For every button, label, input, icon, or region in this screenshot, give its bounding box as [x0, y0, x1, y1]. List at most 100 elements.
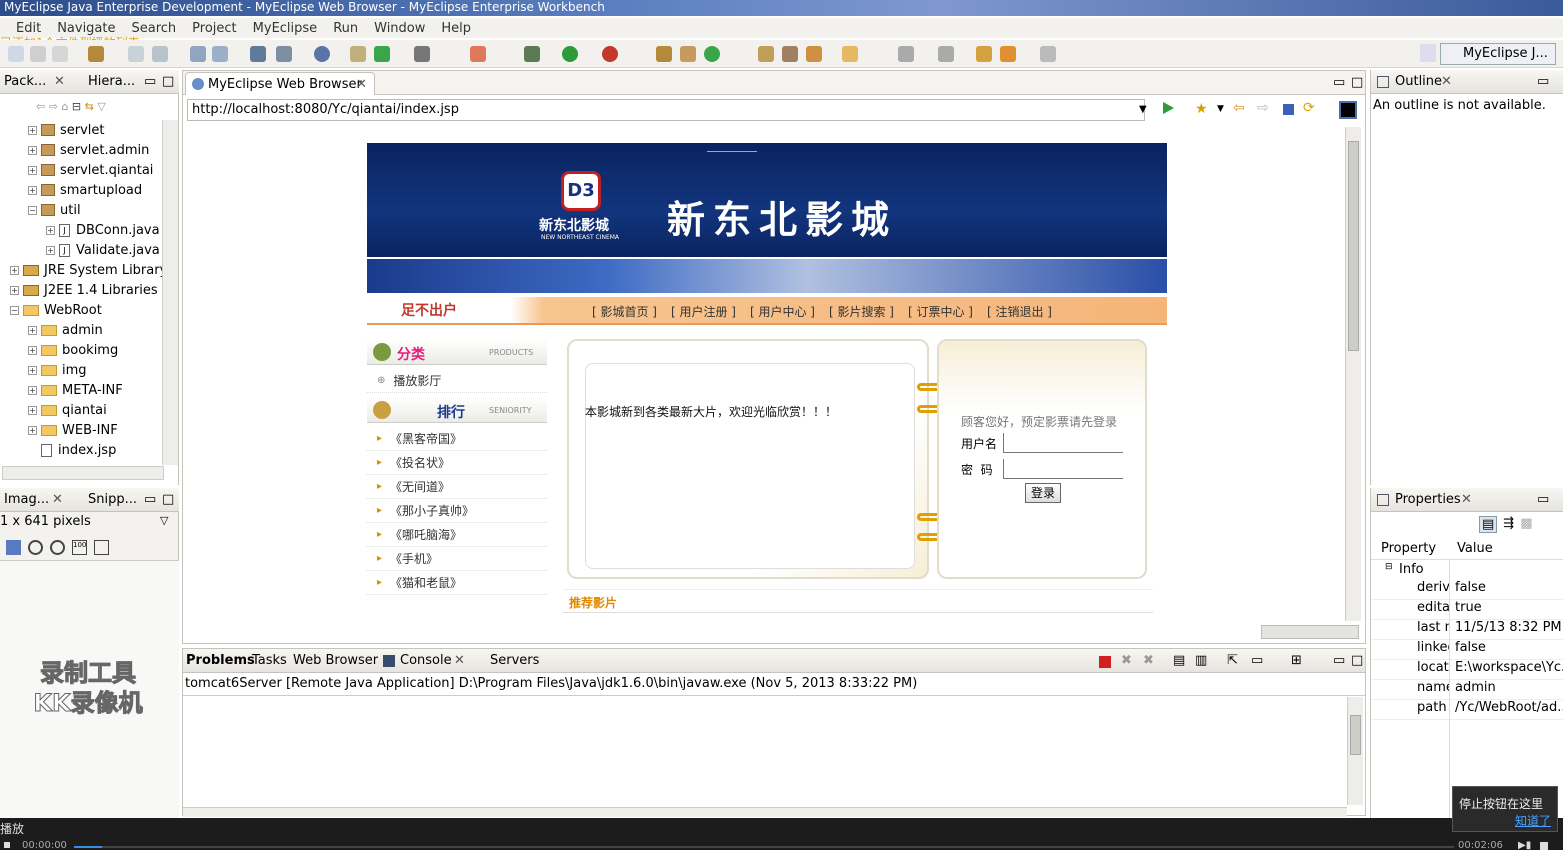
expand-icon[interactable]: +	[28, 165, 37, 175]
close-icon[interactable]: ✕	[356, 77, 367, 92]
collapse-icon[interactable]: −	[28, 205, 37, 215]
tree-item[interactable]: + WEB-INF	[28, 420, 118, 440]
minimize-icon[interactable]: ▭	[1537, 492, 1549, 507]
remove-launch-icon[interactable]: ✖	[1121, 653, 1132, 668]
open-perspective-icon[interactable]	[1420, 44, 1436, 62]
expand-icon[interactable]: +	[28, 185, 37, 195]
expand-icon[interactable]: +	[28, 385, 37, 395]
menu-myeclipse[interactable]: MyEclipse	[253, 21, 318, 36]
terminate-icon[interactable]	[1099, 656, 1111, 668]
nav-register[interactable]: [ 用户注册 ]	[671, 303, 736, 320]
view-menu-icon[interactable]: ▽	[160, 514, 168, 527]
tree-item[interactable]: +index.jsp	[28, 440, 116, 460]
close-icon[interactable]: ✕	[454, 653, 465, 668]
tree-item[interactable]: + servlet	[28, 120, 105, 140]
property-row[interactable]: last modified 11/5/13 8:32 PM	[1371, 620, 1563, 640]
tree-item[interactable]: + J Validate.java	[46, 240, 160, 260]
forward-icon[interactable]	[1040, 46, 1056, 62]
tab-image[interactable]: Imag...	[4, 492, 49, 507]
console-vertical-scrollbar[interactable]	[1347, 697, 1363, 805]
nav-home[interactable]: [ 影城首页 ]	[592, 303, 657, 320]
favorites-dropdown-icon[interactable]: ▼	[1217, 104, 1224, 114]
tree-item[interactable]: + META-INF	[28, 380, 123, 400]
back-icon[interactable]	[1000, 46, 1016, 62]
server-icon[interactable]	[152, 46, 168, 62]
tooltip-dismiss-link[interactable]: 知道了	[1459, 812, 1551, 829]
zoom-out-icon[interactable]	[28, 540, 43, 555]
tree-item[interactable]: + bookimg	[28, 340, 118, 360]
tab-hierarchy[interactable]: Hiera...	[88, 74, 135, 89]
console-horizontal-scrollbar[interactable]	[183, 807, 1347, 817]
maximize-icon[interactable]: □	[1351, 75, 1363, 90]
expand-icon[interactable]: +	[28, 345, 37, 355]
forward-icon[interactable]: ⇨	[1257, 100, 1269, 116]
tab-servers[interactable]: Servers	[490, 653, 539, 668]
refresh-icon[interactable]: ⟳	[1303, 100, 1315, 116]
view-menu-icon[interactable]: ▽	[97, 100, 105, 113]
browser-mode-icon[interactable]	[1339, 101, 1357, 119]
menu-project[interactable]: Project	[192, 21, 236, 36]
tab-web-browser[interactable]: Web Browser	[293, 653, 378, 668]
actual-size-icon[interactable]: 100	[72, 540, 87, 555]
refresh-icon[interactable]	[704, 46, 720, 62]
maximize-icon[interactable]: □	[162, 492, 174, 507]
ranking-item[interactable]: ▸ 《黑客帝国》	[367, 427, 547, 451]
tab-package-explorer[interactable]: Pack...	[4, 74, 46, 89]
forward-nav-icon[interactable]: ⇨	[49, 100, 58, 113]
expand-icon[interactable]: +	[46, 225, 55, 235]
url-input[interactable]: http://localhost:8080/Yc/qiantai/index.j…	[187, 99, 1145, 121]
expand-icon[interactable]: +	[28, 425, 37, 435]
ranking-item[interactable]: ▸ 《手机》	[367, 547, 547, 571]
close-icon[interactable]: ✕	[1461, 492, 1472, 507]
favorites-icon[interactable]: ★	[1195, 101, 1208, 117]
package-icon[interactable]	[88, 46, 104, 62]
wizard-icon[interactable]	[190, 46, 206, 62]
prev-annotation-icon[interactable]	[938, 46, 954, 62]
zoom-in-icon[interactable]	[50, 540, 65, 555]
link-editor-icon[interactable]: ⇆	[85, 100, 94, 113]
ranking-item[interactable]: ▸ 《投名状》	[367, 451, 547, 475]
maximize-icon[interactable]: □	[1351, 653, 1363, 668]
collapse-icon[interactable]: ⊟	[1385, 562, 1393, 572]
stop-icon[interactable]	[1283, 104, 1294, 115]
collapse-all-icon[interactable]: ⊟	[72, 100, 81, 113]
home-nav-icon[interactable]: ⌂	[61, 100, 68, 113]
minimize-icon[interactable]: ▭	[1537, 74, 1549, 89]
display-console-icon[interactable]: ▭	[1251, 653, 1263, 668]
expand-icon[interactable]: +	[10, 265, 19, 275]
browser-icon[interactable]	[314, 46, 330, 62]
search-icon[interactable]	[782, 46, 798, 62]
go-icon[interactable]	[1163, 102, 1174, 114]
tree-item[interactable]: − WebRoot	[10, 300, 102, 320]
next-annotation-icon[interactable]	[898, 46, 914, 62]
tree-item[interactable]: + J DBConn.java	[46, 220, 160, 240]
stop-button-icon[interactable]	[1540, 842, 1548, 850]
deploy-app-icon[interactable]	[276, 46, 292, 62]
close-icon[interactable]: ✕	[54, 74, 65, 89]
debug-icon[interactable]	[524, 46, 540, 62]
tab-tasks[interactable]: Tasks	[252, 653, 287, 668]
bug-icon[interactable]	[470, 46, 486, 62]
scroll-lock-icon[interactable]: ▥	[1195, 653, 1207, 668]
ranking-item[interactable]: ▸ 《那小子真帅》	[367, 499, 547, 523]
expand-icon[interactable]: +	[28, 325, 37, 335]
open-icon[interactable]	[350, 46, 366, 62]
tab-problems[interactable]: Problems	[186, 653, 255, 668]
collapse-icon[interactable]: −	[10, 305, 19, 315]
tab-console[interactable]: Console	[400, 653, 452, 668]
remove-all-icon[interactable]: ✖	[1143, 653, 1154, 668]
open-console-icon[interactable]: ⊞	[1291, 653, 1302, 668]
play-button-icon[interactable]: ▶▮	[1518, 840, 1531, 851]
progress-track[interactable]	[74, 846, 1454, 848]
new-class-icon[interactable]	[656, 46, 672, 62]
expand-icon[interactable]: +	[28, 125, 37, 135]
username-input[interactable]	[1003, 433, 1123, 453]
minimize-icon[interactable]: ▭	[144, 74, 156, 89]
network-icon[interactable]	[250, 46, 266, 62]
tree-item[interactable]: + img	[28, 360, 87, 380]
tree-item[interactable]: + servlet.qiantai	[28, 160, 153, 180]
scroll-thumb[interactable]	[1348, 141, 1359, 351]
fit-icon[interactable]	[6, 540, 21, 555]
tree-item[interactable]: − util	[28, 200, 81, 220]
minimize-icon[interactable]: ▭	[1333, 75, 1345, 90]
